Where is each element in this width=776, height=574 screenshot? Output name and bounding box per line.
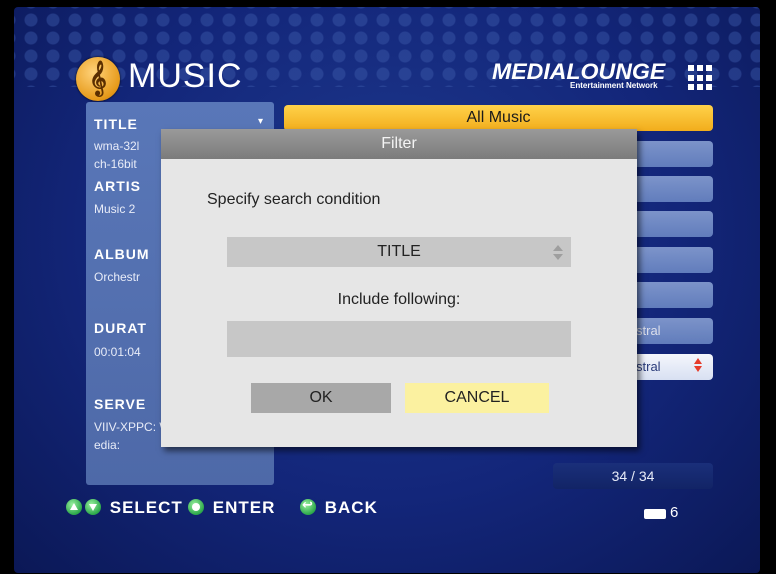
up-button-icon [66,499,82,515]
condition-select-value: TITLE [377,243,421,260]
brand-grid-icon [688,65,714,91]
brand-logo: MEDIALOUNGE Entertainment Network [492,59,732,95]
duration-label: DURAT [94,320,147,336]
duration-value: 00:01:04 [94,345,141,359]
battery-icon [644,509,666,519]
artist-label: ARTIS [94,178,141,194]
brand-subtitle: Entertainment Network [570,81,658,90]
cancel-button[interactable]: CANCEL [405,383,549,413]
music-note-icon: 𝄞 [76,57,120,101]
condition-select[interactable]: TITLE [227,237,571,267]
dialog-prompt: Specify search condition [207,191,381,208]
title-value-1: wma-32l [94,139,140,153]
select-label: SELECT [109,498,183,517]
list-item-label: stral [636,359,661,374]
back-label: BACK [324,498,378,517]
list-item-all-music[interactable]: All Music [284,105,713,131]
down-button-icon [85,499,101,515]
tv-screen: 𝄞 MUSIC MEDIALOUNGE Entertainment Networ… [14,7,760,573]
include-input[interactable] [227,321,571,357]
artist-value: Music 2 [94,202,136,216]
filter-dialog: Filter Specify search condition TITLE In… [161,129,637,447]
battery-count: 6 [670,504,679,521]
app-title: MUSIC [128,57,243,95]
enter-hint: ENTER [188,498,275,518]
scroll-updown-icon[interactable] [694,358,704,376]
list-item-label: stral [636,323,661,338]
page-counter: 34 / 34 [553,463,713,489]
enter-button-icon [188,499,204,515]
select-hint: SELECT [66,498,183,518]
album-label: ALBUM [94,246,150,262]
chevron-down-icon: ▾ [258,116,264,127]
back-hint: BACK [300,497,378,518]
title-label: TITLE [94,116,138,132]
updown-arrows-icon [553,245,563,261]
include-label: Include following: [337,291,461,308]
ok-button[interactable]: OK [251,383,391,413]
server-label: SERVE [94,396,147,412]
back-button-icon [300,497,316,515]
enter-label: ENTER [212,498,276,517]
album-value: Orchestr [94,270,141,284]
title-value-2: ch-16bit [94,157,137,171]
dialog-title: Filter [161,129,637,159]
server-value-2: edia: [94,438,121,452]
